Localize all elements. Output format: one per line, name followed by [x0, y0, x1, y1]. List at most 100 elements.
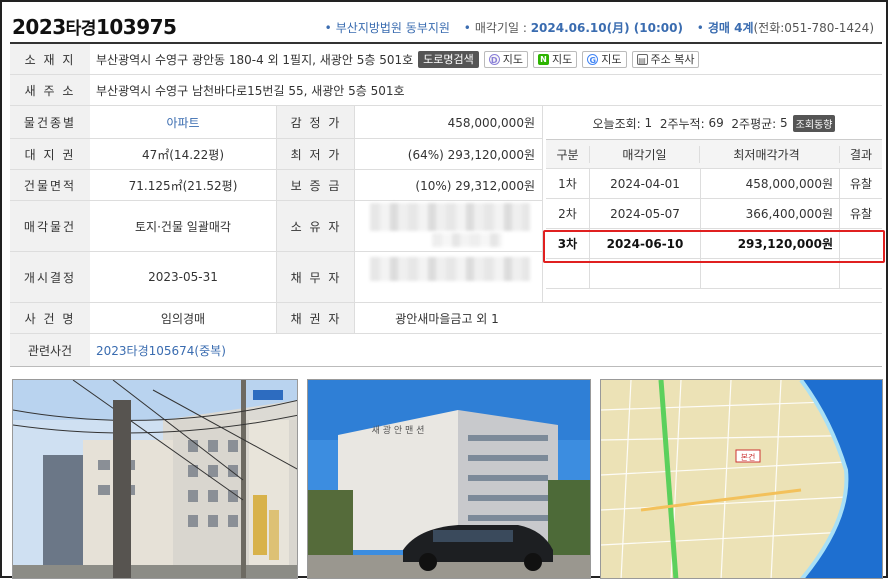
price: 458,000,000원	[700, 168, 840, 199]
building-sign-text: 새 광 안 맨 션	[372, 424, 425, 436]
two-week-views: 69	[708, 116, 724, 130]
divider	[354, 106, 355, 333]
land-right-label: 대 지 권	[10, 139, 90, 169]
road-search-label: 도로명검색	[423, 53, 474, 66]
google-map-label: 지도	[601, 53, 622, 66]
date: 2024-05-07	[610, 206, 680, 221]
related-case-label: 관련사건	[10, 334, 90, 366]
debtor-label: 채 무 자	[277, 252, 355, 302]
table-row-empty	[546, 258, 882, 289]
header: 2023타경103975 • 부산지방법원 동부지원 • 매각기일 : 2024.0…	[10, 12, 880, 42]
sale-history-table: 구분 매각기일 최저매각가격 결과 1차 2024-04-01 458,000,…	[546, 139, 882, 289]
court-name: 부산지방법원 동부지원	[335, 21, 450, 35]
result: 유찰	[849, 207, 873, 221]
owner-redacted	[432, 233, 502, 247]
date: 2024-04-01	[610, 176, 680, 191]
appraisal-value: 458,000,000원	[447, 115, 535, 130]
phone: (전화:051-780-1424)	[753, 21, 875, 35]
deposit-value: (10%) 29,312,000원	[415, 178, 535, 193]
case-name-value: 임의경매	[160, 311, 206, 326]
view-trend-button[interactable]: 조회동향	[792, 114, 836, 132]
building-area-value: 71.125㎡(21.52평)	[128, 178, 238, 193]
empty-cell	[546, 258, 590, 289]
creditor-value: 광안새마을금고 외 1	[395, 311, 499, 326]
type-value: 아파트	[166, 115, 200, 130]
location-label: 소 재 지	[10, 44, 90, 74]
col-result: 결과	[849, 147, 873, 162]
case-number: 2023타경103975	[12, 14, 177, 39]
related-case-link[interactable]: 2023타경105674(중복)	[96, 334, 496, 366]
min-price-label: 최 저 가	[277, 139, 355, 169]
sale-date-label: 매각기일 :	[474, 21, 531, 35]
daum-map-label: 지도	[502, 53, 523, 66]
daum-map-button[interactable]: D 지도	[483, 50, 528, 68]
sale-item-value: 토지·건물 일괄매각	[135, 219, 231, 234]
type-label: 물건종별	[10, 106, 90, 138]
sale-date: 2024.06.10(月) (10:00)	[530, 21, 683, 35]
two-week-avg-label: 2주평균:	[731, 116, 777, 131]
road-search-button[interactable]: 도로명검색	[418, 50, 479, 68]
start-decision-label: 개시결정	[10, 252, 90, 302]
auction-detail-panel: 2023타경103975 • 부산지방법원 동부지원 • 매각기일 : 2024.0…	[0, 0, 888, 579]
min-price-value: (64%) 293,120,000원	[407, 147, 535, 162]
divider	[276, 106, 277, 333]
divider	[542, 106, 543, 303]
two-week-avg: 5	[780, 116, 788, 130]
bullet-icon: •	[463, 21, 471, 35]
building-photo-1[interactable]	[12, 379, 298, 579]
appraisal-label: 감 정 가	[277, 106, 355, 138]
table-row: 1차 2024-04-01 458,000,000원 유찰	[546, 168, 882, 199]
table-header: 구분 매각기일 최저매각가격 결과	[546, 139, 882, 169]
naver-icon: N	[538, 53, 549, 65]
today-views-label: 오늘조회:	[592, 116, 641, 131]
sale-item-label: 매각물건	[10, 201, 90, 251]
empty-cell	[700, 258, 840, 289]
bullet-icon: •	[696, 21, 704, 35]
result: 유찰	[849, 177, 873, 191]
location-map[interactable]: 본건	[600, 379, 883, 579]
case-name-label: 사 건 명	[10, 303, 90, 333]
empty-cell	[840, 259, 882, 289]
deposit-label: 보 증 금	[277, 170, 355, 200]
start-decision-value: 2023-05-31	[148, 270, 218, 284]
header-info: • 부산지방법원 동부지원 • 매각기일 : 2024.06.10(月) (10:0…	[315, 19, 874, 36]
building-photo-2[interactable]: 새 광 안 맨 션	[307, 379, 591, 579]
current-round-highlight	[543, 230, 885, 263]
col-min-price: 최저매각가격	[700, 145, 840, 163]
col-round: 구분	[546, 145, 590, 163]
round: 2차	[546, 198, 590, 229]
location-value: 부산광역시 수영구 광안동 180-4 외 1필지, 새광안 5층 501호	[96, 52, 414, 67]
empty-cell	[590, 259, 700, 289]
two-week-label: 2주누적:	[659, 116, 705, 131]
location-map-image: 본건	[601, 380, 882, 578]
map-subject-label: 본건	[741, 452, 756, 462]
creditor-label: 채 권 자	[277, 303, 355, 333]
view-stats: 오늘조회: 1 2주누적: 69 2주평균: 5 조회동향	[546, 110, 882, 136]
copy-icon: ▤	[636, 53, 648, 65]
case-year: 2023	[12, 15, 66, 39]
col-date: 매각기일	[590, 145, 700, 163]
case-serial: 103975	[95, 15, 177, 39]
building-area-label: 건물면적	[10, 170, 90, 200]
division: 경매 4계	[707, 21, 754, 35]
case-type: 타경	[65, 19, 97, 39]
naver-map-button[interactable]: N 지도	[533, 50, 578, 68]
google-map-button[interactable]: G 지도	[582, 50, 627, 68]
copy-address-label: 주소 복사	[650, 53, 695, 66]
new-address-value: 부산광역시 수영구 남천바다로15번길 55, 새광안 5층 501호	[96, 83, 405, 98]
building-photo-1-image	[13, 380, 297, 578]
new-address-label: 새 주 소	[10, 75, 90, 105]
daum-icon: D	[488, 53, 500, 65]
building-photo-2-image: 새 광 안 맨 션	[308, 380, 590, 578]
divider	[10, 366, 882, 367]
table-row: 2차 2024-05-07 366,400,000원 유찰	[546, 198, 882, 229]
price: 366,400,000원	[700, 198, 840, 229]
owner-redacted	[370, 203, 530, 231]
copy-address-button[interactable]: ▤ 주소 복사	[631, 50, 700, 68]
debtor-redacted	[370, 257, 530, 281]
google-icon: G	[587, 53, 599, 65]
owner-label: 소 유 자	[277, 201, 355, 251]
land-right-value: 47㎡(14.22평)	[141, 147, 225, 162]
round: 1차	[546, 168, 590, 199]
naver-map-label: 지도	[552, 53, 573, 66]
